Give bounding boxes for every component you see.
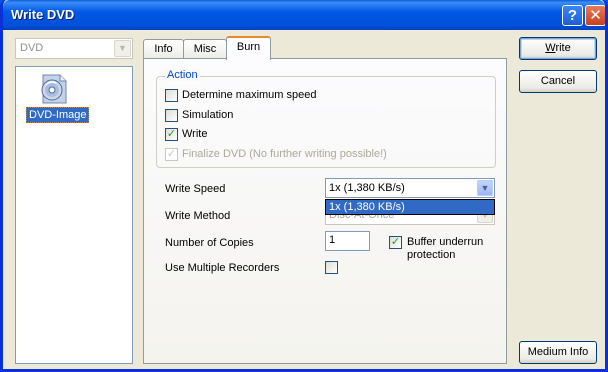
cancel-button[interactable]: Cancel [519,70,597,93]
tab-misc[interactable]: Misc [183,39,227,59]
burn-tab-panel: Action Determine maximum speed Simulatio… [143,58,507,364]
tab-burn[interactable]: Burn [226,36,271,60]
write-speed-select[interactable]: 1x (1,380 KB/s) ▼ [325,178,495,198]
buffer-underrun-label-line1: Buffer underrun [407,236,484,248]
buffer-underrun-checkbox[interactable]: ✓ [389,236,402,249]
write-label: Write [182,128,208,140]
finalize-dvd-checkbox: ✓ [165,148,178,161]
buffer-underrun-option[interactable]: ✓ Buffer underrun protection [389,236,499,264]
write-speed-option[interactable]: 1x (1,380 KB/s) [326,200,494,214]
tab-info[interactable]: Info [143,39,184,59]
simulation-checkbox[interactable] [165,109,178,122]
simulation-label: Simulation [182,109,234,121]
multi-recorders-checkbox[interactable] [325,261,338,274]
finalize-dvd-option: ✓ Finalize DVD (No further writing possi… [165,148,445,162]
close-button[interactable]: ✕ [585,5,605,26]
action-group: Action Determine maximum speed Simulatio… [156,69,496,168]
write-checkbox[interactable]: ✓ [165,128,178,141]
action-group-title: Action [165,69,200,81]
determine-max-speed-option[interactable]: Determine maximum speed [165,89,365,103]
write-button-label: rite [555,42,571,54]
write-dvd-dialog: Write DVD ? ✕ DVD ▼ DVD-Image Info Misc … [0,0,608,372]
buffer-underrun-label-line2: protection [407,249,456,261]
copies-label: Number of Copies [165,237,254,249]
write-speed-value: 1x (1,380 KB/s) [329,182,405,194]
multi-recorders-label: Use Multiple Recorders [165,262,280,274]
title-bar[interactable]: Write DVD ? ✕ [3,0,605,30]
write-speed-label: Write Speed [165,183,226,195]
chevron-down-icon: ▼ [114,40,131,57]
recorder-item-list[interactable]: DVD-Image [15,66,133,364]
window-title: Write DVD [11,7,75,22]
write-method-label: Write Method [165,210,231,222]
copies-input[interactable]: 1 [325,231,370,251]
write-speed-dropdown[interactable]: 1x (1,380 KB/s) [325,199,495,215]
drive-select-value: DVD [20,42,44,54]
help-button[interactable]: ? [562,5,583,26]
list-item[interactable]: DVD-Image [26,107,90,123]
finalize-dvd-label: Finalize DVD (No further writing possibl… [182,148,387,160]
write-option[interactable]: ✓ Write [165,128,245,142]
buffer-underrun-label: Buffer underrun protection [407,236,483,262]
simulation-option[interactable]: Simulation [165,109,285,123]
dialog-client: DVD ▼ DVD-Image Info Misc Burn Action De… [3,30,605,369]
chevron-down-icon[interactable]: ▼ [477,180,493,196]
drive-select: DVD ▼ [15,38,133,59]
write-button[interactable]: Write [519,37,597,60]
determine-max-speed-checkbox[interactable] [165,89,178,102]
dvd-disc-icon[interactable] [38,73,70,105]
determine-max-speed-label: Determine maximum speed [182,89,317,101]
write-button-mnemonic: W [545,42,556,54]
medium-info-button[interactable]: Medium Info [519,341,597,364]
